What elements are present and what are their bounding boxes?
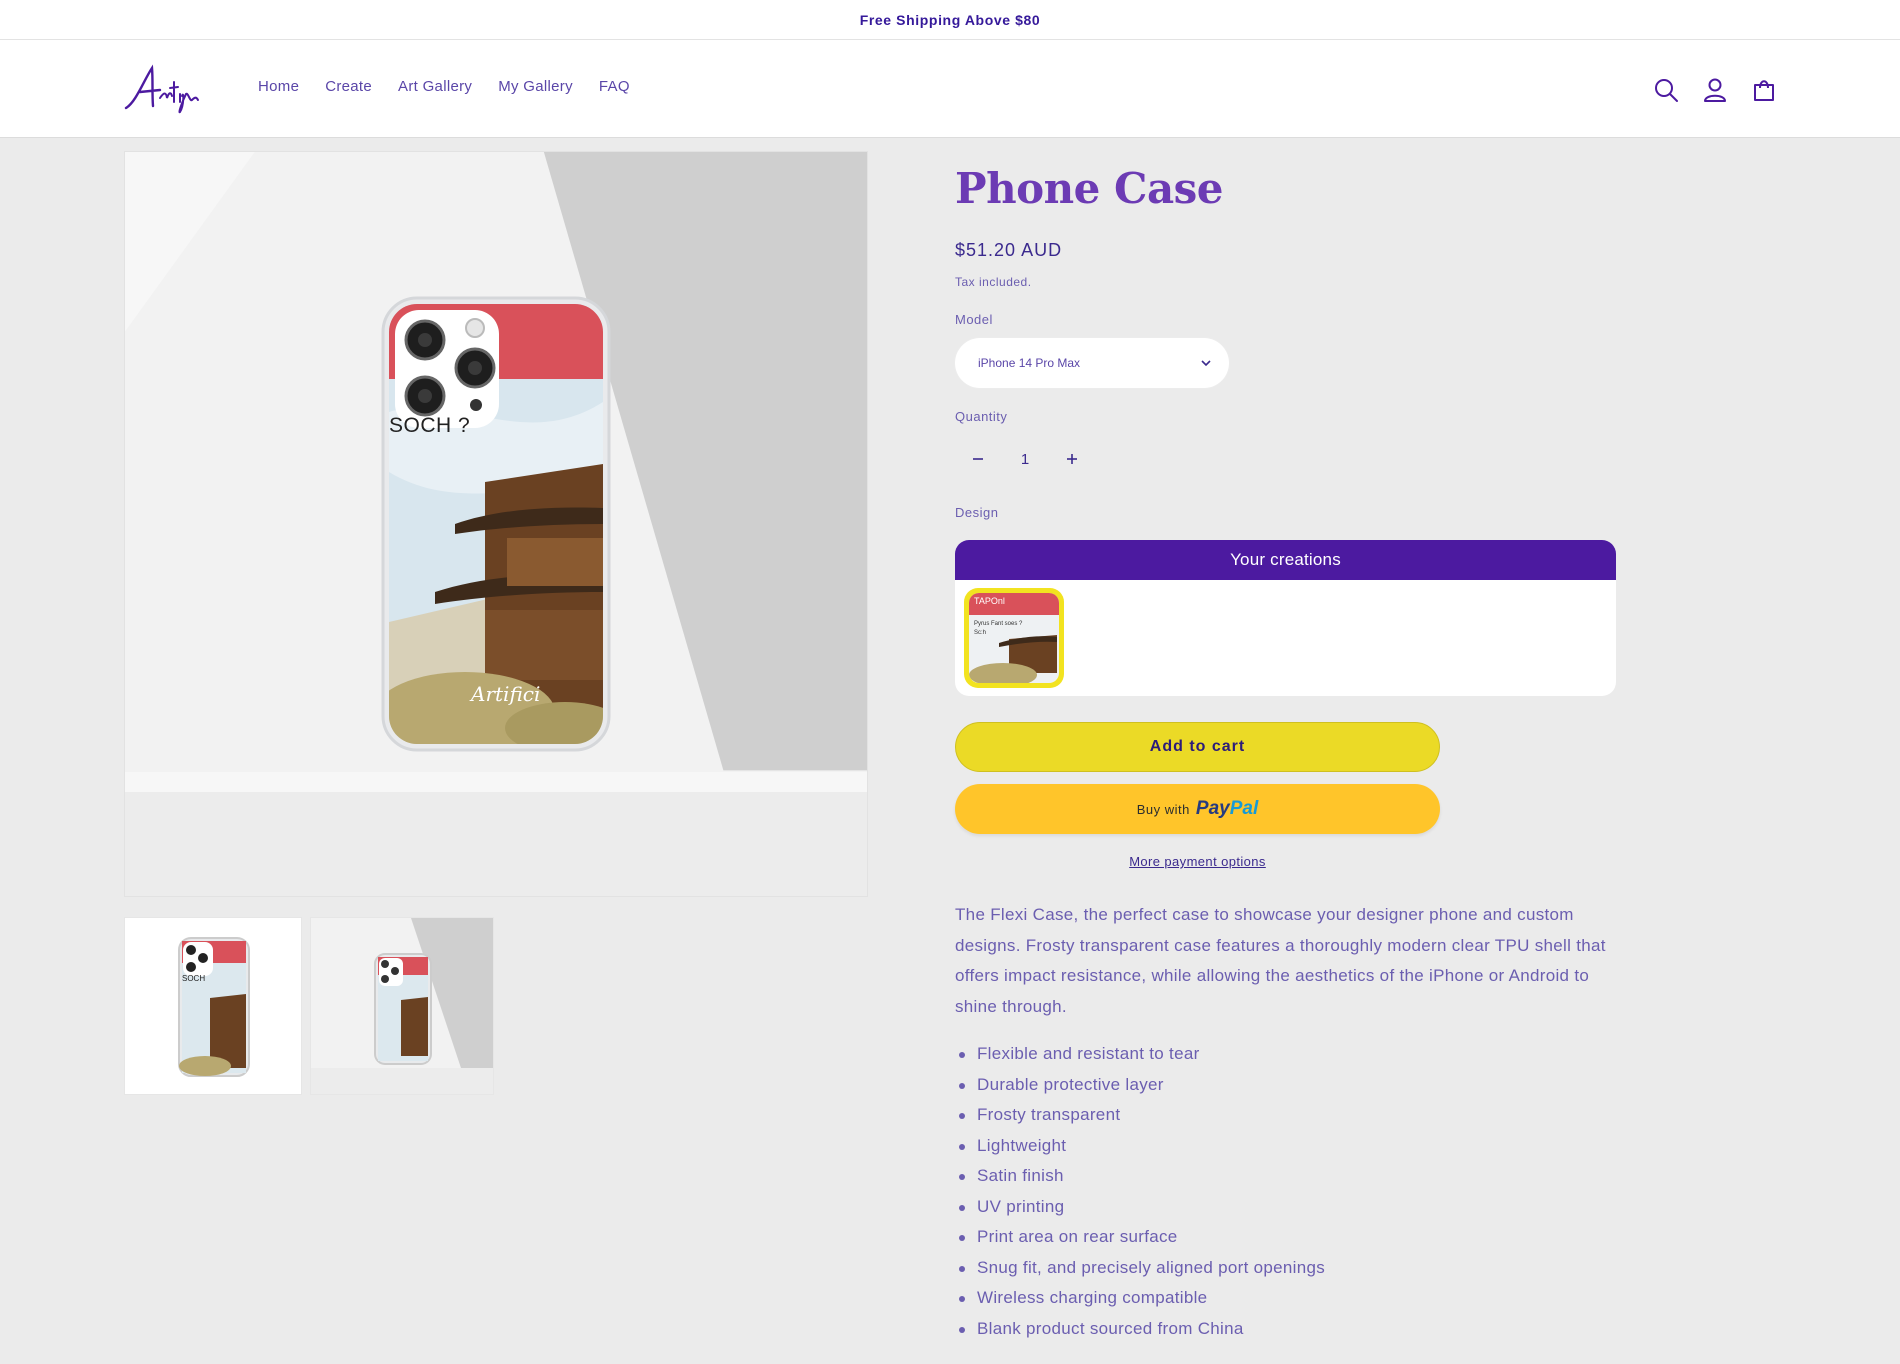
feature-item: Blank product sourced from China (955, 1314, 1615, 1345)
thumbnail-2[interactable] (310, 917, 494, 1095)
thumbnail-1[interactable]: SOCH (124, 917, 302, 1095)
model-select-value: iPhone 14 Pro Max (978, 356, 1081, 370)
nav-my-gallery[interactable]: My Gallery (498, 78, 573, 95)
plus-icon (1067, 454, 1077, 464)
feature-item: Wireless charging compatible (955, 1283, 1615, 1314)
feature-item: UV printing (955, 1192, 1615, 1223)
feature-item: Frosty transparent (955, 1100, 1615, 1131)
feature-item: Lightweight (955, 1131, 1615, 1162)
announcement-bar: Free Shipping Above $80 (0, 0, 1900, 40)
phone-case-render (381, 296, 611, 752)
creation-tile-art (969, 635, 1057, 683)
paypal-logo-part1: Pay (1195, 798, 1230, 819)
creation-thumbnail: TAPOnl Pyrus Fant soes ? Sc:h (969, 593, 1059, 683)
feature-item: Print area on rear surface (955, 1222, 1615, 1253)
more-payment-options-link[interactable]: More payment options (955, 854, 1440, 869)
paypal-prefix: Buy with (1136, 801, 1190, 817)
nav-art-gallery[interactable]: Art Gallery (398, 78, 472, 95)
cart-icon[interactable] (1750, 76, 1778, 104)
quantity-input[interactable]: 1 (1001, 451, 1049, 468)
account-icon[interactable] (1701, 76, 1729, 104)
design-label: Design (955, 505, 999, 520)
product-price: $51.20 AUD (955, 240, 1063, 260)
product-description: The Flexi Case, the perfect case to show… (955, 905, 1606, 1016)
quantity-increase-button[interactable] (1049, 437, 1095, 481)
brand-logo[interactable] (122, 62, 212, 114)
phone-overlay-text: SOCH ? (389, 414, 471, 437)
feature-list: Flexible and resistant to tear Durable p… (955, 1039, 1615, 1344)
quantity-decrease-button[interactable] (955, 437, 1001, 481)
feature-item: Satin finish (955, 1161, 1615, 1192)
search-icon[interactable] (1652, 76, 1680, 104)
paypal-logo-part2: Pal (1229, 798, 1259, 819)
feature-item: Flexible and resistant to tear (955, 1039, 1615, 1070)
product-title: Phone Case (955, 164, 1224, 213)
quantity-label: Quantity (955, 409, 1008, 424)
nav-home[interactable]: Home (258, 78, 299, 95)
thumbnail-2-image (311, 918, 493, 1094)
add-to-cart-button[interactable]: Add to cart (955, 722, 1440, 772)
feature-item: Snug fit, and precisely aligned port ope… (955, 1253, 1615, 1284)
announcement-text: Free Shipping Above $80 (859, 11, 1041, 28)
product-main-image[interactable]: SOCH ? Artifici (124, 151, 868, 897)
case-signature-text: Artifici (471, 682, 541, 706)
tax-note: Tax included. (955, 275, 1032, 289)
model-select[interactable]: iPhone 14 Pro Max (955, 338, 1229, 388)
quantity-stepper: 1 (955, 437, 1095, 481)
creations-header: Your creations (955, 540, 1616, 580)
creation-tile[interactable]: TAPOnl Pyrus Fant soes ? Sc:h (964, 588, 1064, 688)
thumbnail-overlay-text: SOCH (182, 974, 206, 983)
thumbnail-1-image (178, 937, 250, 1077)
nav-create[interactable]: Create (325, 78, 372, 95)
minus-icon (973, 458, 983, 460)
main-nav: Home Create Art Gallery My Gallery FAQ (258, 78, 630, 95)
feature-item: Durable protective layer (955, 1070, 1615, 1101)
nav-faq[interactable]: FAQ (599, 78, 630, 95)
paypal-button[interactable]: Buy with Pay Pal (955, 784, 1440, 834)
site-header: Home Create Art Gallery My Gallery FAQ (0, 40, 1900, 138)
model-label: Model (955, 312, 993, 327)
your-creations-panel: Your creations TAPOnl Pyrus Fant soes ? … (955, 540, 1616, 696)
chevron-down-icon (1201, 360, 1211, 367)
